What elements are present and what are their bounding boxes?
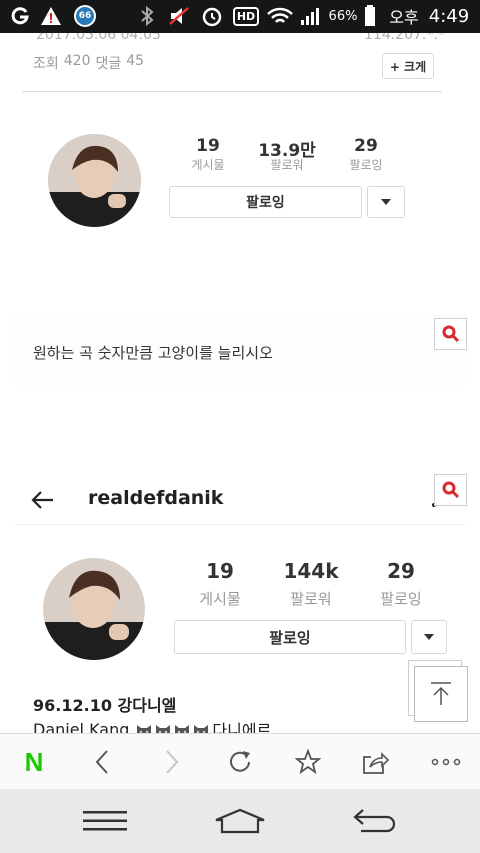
cat-emoji-icon [136, 722, 152, 733]
search-button[interactable] [434, 318, 467, 350]
home-icon[interactable] [212, 789, 268, 853]
search-icon [442, 481, 459, 499]
dropdown-arrow-icon[interactable] [367, 186, 405, 218]
caption-text: 원하는 곡 숫자만큼 고양이를 늘리시오 [33, 344, 273, 362]
bio-line-text: Daniel Kang [33, 719, 130, 734]
forward-icon[interactable] [150, 734, 194, 790]
circle-66-badge: 66 [72, 5, 98, 27]
enlarge-text-button[interactable]: + 크게 [382, 53, 434, 79]
status-bar: 66 HD 66% 오후 4:49 [0, 0, 480, 33]
bio-line-suffix: 다니에르 [212, 721, 272, 733]
battery-icon [361, 5, 379, 27]
posts-label-large: 게시물 [199, 590, 241, 608]
bookmark-star-icon[interactable] [286, 734, 330, 790]
divider [22, 91, 442, 92]
posts-count-large: 19 [206, 559, 234, 583]
back-icon[interactable] [80, 734, 124, 790]
posts-count: 19 [196, 136, 220, 156]
back-arrow-nav-icon[interactable] [348, 789, 402, 853]
search-icon [442, 325, 459, 343]
web-content: 2017.05.06 04:05 114.207.*.* 조회 420 댓글 4… [0, 33, 480, 733]
bio-line: Daniel Kang 다니에르 [33, 717, 271, 733]
mute-icon [166, 5, 194, 27]
following-button[interactable]: 팔로잉 [169, 186, 362, 218]
signal-icon [298, 5, 324, 27]
bluetooth-icon [136, 5, 158, 27]
following-button-large[interactable]: 팔로잉 [174, 620, 406, 654]
following-label: 팔로잉 [349, 158, 383, 172]
views-count: 420 [63, 53, 91, 69]
avatar [48, 134, 141, 227]
followers-count-large: 144k [283, 559, 339, 583]
followers-label-large: 팔로워 [290, 590, 332, 608]
wifi-icon [264, 5, 296, 27]
more-icon[interactable] [424, 734, 468, 790]
share-icon[interactable] [353, 734, 397, 790]
back-arrow-icon[interactable] [30, 487, 58, 513]
comments-label: 댓글 [95, 56, 122, 72]
alarm-icon [199, 5, 225, 27]
posts-label: 게시물 [191, 158, 225, 172]
naver-n-icon[interactable]: N [14, 734, 54, 790]
following-count-large: 29 [387, 559, 415, 583]
following-count: 29 [354, 136, 378, 156]
android-nav-bar [0, 789, 480, 853]
profile-header [14, 473, 466, 525]
views-label: 조회 [33, 56, 59, 72]
hd-label: HD [232, 6, 260, 26]
hd-icon: HD [232, 5, 260, 27]
bio-name: 96.12.10 강다니엘 [33, 696, 177, 715]
browser-toolbar: N [0, 733, 480, 789]
dropdown-arrow-icon-large[interactable] [411, 620, 447, 654]
post-ip: 114.207.*.* [364, 33, 445, 43]
ampm-label: 오후 [389, 8, 419, 27]
followers-label: 팔로워 [270, 158, 304, 172]
avatar-large [43, 558, 145, 660]
notification-badge-text: 66 [76, 7, 94, 25]
post-stats: 조회 420 댓글 45 [33, 53, 144, 73]
arrow-up-icon [431, 682, 451, 705]
cat-emoji-icon [155, 722, 171, 733]
cat-emoji-icon [193, 722, 209, 733]
post-date: 2017.05.06 04:05 [36, 33, 161, 43]
clock-time: 4:49 [428, 5, 470, 27]
comments-count: 45 [126, 53, 145, 69]
naver-label: N [24, 746, 44, 777]
cat-emoji-icon [174, 722, 190, 733]
search-button-2[interactable] [434, 474, 467, 506]
following-label-large: 팔로잉 [380, 590, 422, 608]
scroll-to-top-button[interactable] [414, 666, 468, 722]
battery-percent: 66% [328, 8, 358, 24]
g-launcher-icon [8, 5, 32, 27]
refresh-icon[interactable] [218, 734, 262, 790]
menu-icon[interactable] [80, 789, 130, 853]
warning-icon [38, 5, 64, 27]
username: realdefdanik [88, 487, 224, 509]
